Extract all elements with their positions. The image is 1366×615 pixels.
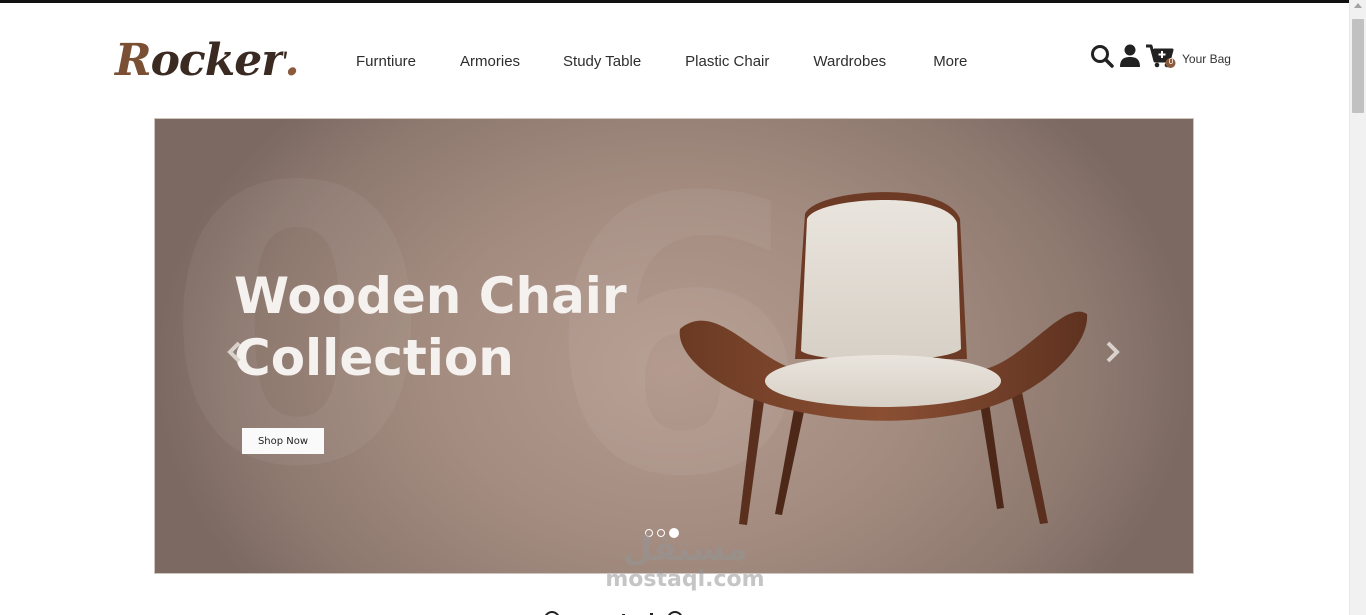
hero-title-line-1: Wooden Chair	[234, 267, 627, 325]
nav-item-plastic-chair[interactable]: Plastic Chair	[685, 52, 769, 72]
logo-text: ocker	[150, 35, 285, 86]
nav-item-furniture[interactable]: Furntiure	[356, 52, 416, 72]
your-bag-link[interactable]: Your Bag	[1182, 52, 1231, 66]
search-icon[interactable]	[1089, 43, 1115, 74]
nav-item-more[interactable]: More	[933, 52, 967, 72]
scrollbar-thumb[interactable]	[1352, 19, 1364, 113]
chevron-right-icon[interactable]	[1100, 340, 1124, 364]
watermark: مستقل mostaql.com	[600, 530, 770, 600]
watermark-arabic-text: مستقل	[622, 529, 748, 569]
nav-item-armories[interactable]: Armories	[460, 52, 520, 72]
watermark-latin-text: mostaql.com	[605, 567, 765, 592]
nav-item-study-table[interactable]: Study Table	[563, 52, 641, 72]
cart-count-badge: 0	[1168, 57, 1174, 66]
next-section-peek	[540, 606, 720, 615]
cart-icon[interactable]: 0	[1145, 43, 1179, 76]
logo[interactable]: Rocker.	[115, 34, 300, 87]
top-border	[0, 0, 1349, 3]
main-nav: Furntiure Armories Study Table Plastic C…	[356, 52, 967, 72]
shop-now-button[interactable]: Shop Now	[242, 428, 324, 454]
hero-title: Wooden Chair Collection	[234, 265, 654, 389]
logo-initial: R	[115, 35, 152, 86]
nav-item-wardrobes[interactable]: Wardrobes	[813, 52, 886, 72]
scroll-up-arrow-icon[interactable]	[1354, 3, 1362, 8]
hero-title-line-2: Collection	[234, 329, 514, 387]
hero-slider: 0 6 Wooden Chair Collection Shop Now	[154, 118, 1194, 574]
user-icon[interactable]	[1119, 43, 1141, 74]
logo-dot: .	[283, 34, 300, 87]
chevron-left-icon[interactable]	[223, 340, 247, 364]
page-scrollbar[interactable]	[1349, 0, 1366, 615]
